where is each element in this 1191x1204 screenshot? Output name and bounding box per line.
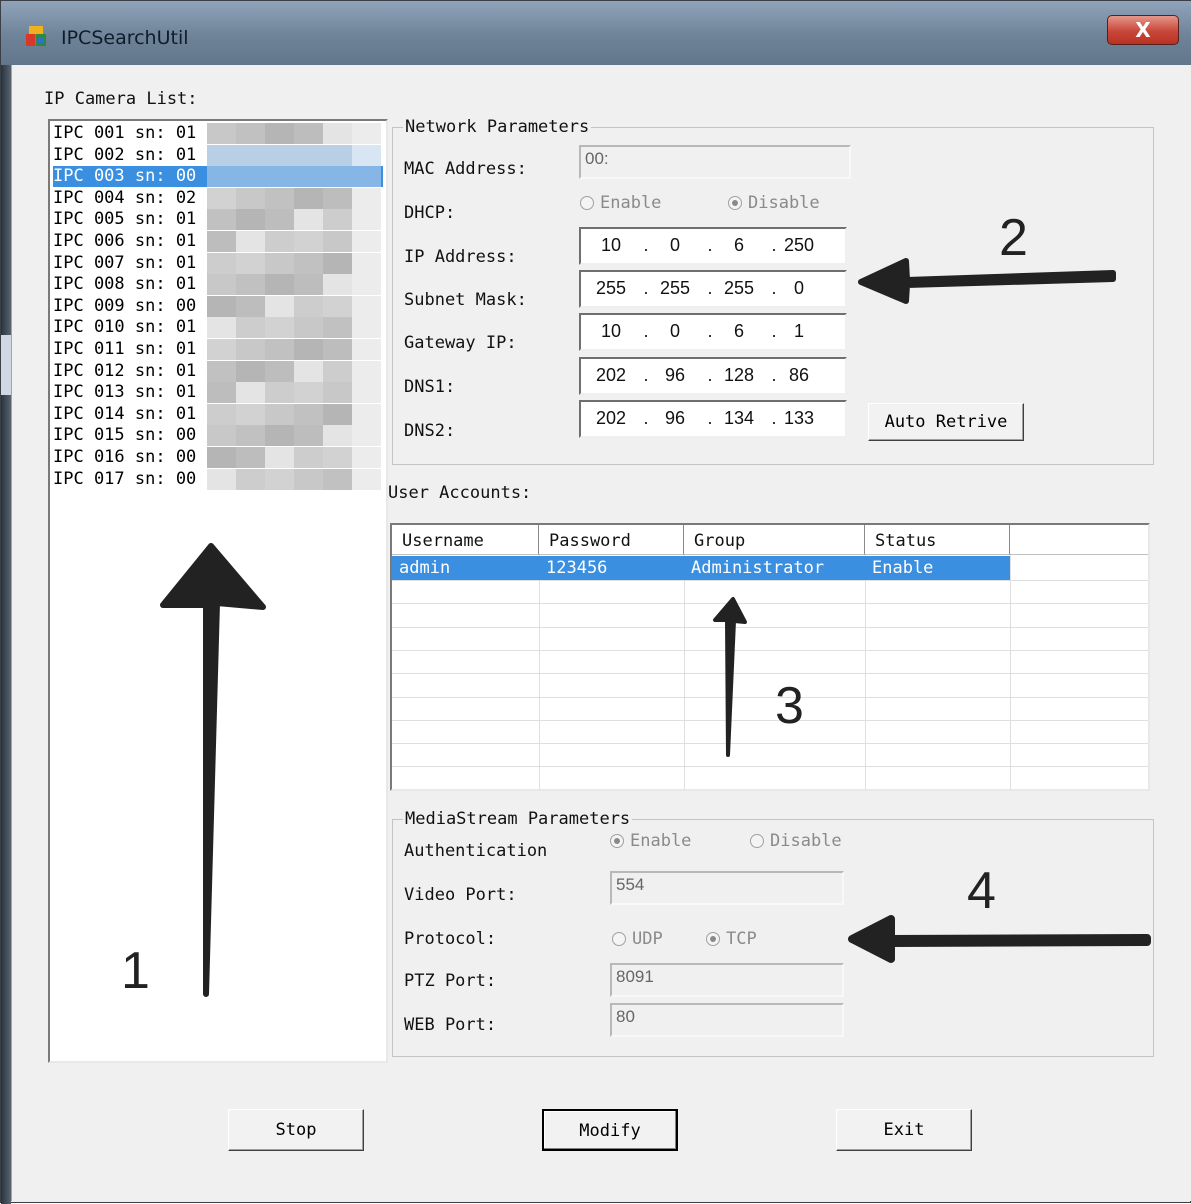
annotation-label-3: 3	[775, 677, 804, 735]
annotation-arrow-3	[713, 597, 747, 757]
annotation-arrow-1	[160, 543, 266, 997]
annotation-label-4: 4	[967, 862, 996, 920]
annotation-label-2: 2	[999, 209, 1028, 267]
annotation-label-1: 1	[121, 942, 150, 1000]
app-window: IPCSearchUtil X IP Camera List: IPC 001 …	[0, 0, 1191, 1204]
annotation-arrow-4	[848, 915, 1151, 963]
annotation-arrow-2	[858, 258, 1116, 304]
annotation-arrows	[160, 258, 1151, 997]
